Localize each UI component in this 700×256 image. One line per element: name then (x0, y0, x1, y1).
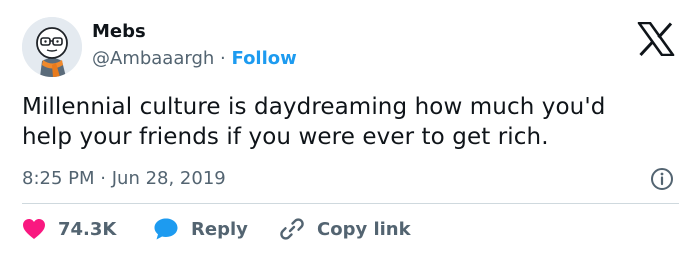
follow-button[interactable]: Follow (232, 48, 297, 69)
like-button[interactable]: 74.3K (22, 215, 116, 243)
author-handle-row: @Ambaaargh · Follow (92, 47, 297, 71)
reply-button[interactable]: Reply (153, 215, 248, 243)
tweet-date: Jun 28, 2019 (111, 168, 226, 189)
copy-link-button[interactable]: Copy link (279, 215, 411, 243)
x-logo-icon[interactable] (637, 22, 675, 56)
tweet-text-line-1: Millennial culture is daydreaming how mu… (22, 94, 606, 120)
divider (22, 203, 679, 204)
chat-bubble-icon (154, 218, 178, 240)
tweet-text: Millennial culture is daydreaming how mu… (22, 92, 682, 152)
copy-link-label: Copy link (317, 218, 411, 240)
timestamp-separator: · (100, 168, 106, 189)
tweet-time: 8:25 PM (22, 168, 95, 189)
like-count: 74.3K (58, 218, 117, 240)
info-icon[interactable] (650, 167, 674, 191)
author-handle[interactable]: @Ambaaargh (92, 48, 214, 69)
avatar[interactable] (22, 17, 82, 77)
tweet-timestamp[interactable]: 8:25 PM · Jun 28, 2019 (22, 167, 226, 191)
avatar-illustration (22, 17, 82, 77)
tweet-text-line-2: help your friends if you were ever to ge… (22, 124, 549, 150)
author-name[interactable]: Mebs (92, 21, 146, 43)
link-icon (280, 218, 304, 240)
separator-dot: · (220, 48, 226, 69)
heart-icon (23, 219, 45, 239)
reply-label: Reply (191, 218, 248, 240)
